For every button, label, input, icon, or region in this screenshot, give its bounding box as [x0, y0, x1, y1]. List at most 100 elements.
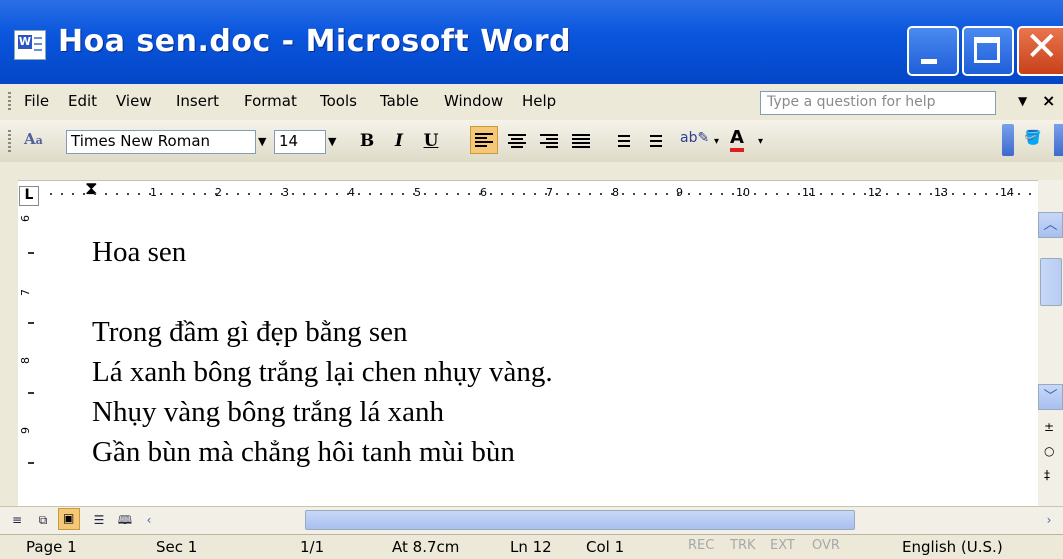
- normal-view-icon[interactable]: ≡: [8, 512, 26, 528]
- next-page-icon[interactable]: ‡: [1044, 468, 1050, 482]
- scroll-left-icon[interactable]: ‹: [140, 512, 158, 528]
- menu-insert[interactable]: Insert: [176, 92, 219, 110]
- status-rec[interactable]: REC: [688, 538, 714, 553]
- align-left-icon: [475, 131, 493, 149]
- font-color-button[interactable]: A: [730, 128, 744, 152]
- indent-marker-icon[interactable]: ⧗: [85, 178, 98, 199]
- doc-line[interactable]: Nhụy vàng bông trắng lá xanh: [92, 396, 444, 429]
- highlight-dropdown-icon[interactable]: ▾: [714, 136, 719, 147]
- styles-icon[interactable]: Aa: [24, 130, 43, 148]
- ruler-tick: [1029, 193, 1031, 195]
- toolbar-overflow-icon[interactable]: [1054, 124, 1063, 156]
- align-left-button[interactable]: [470, 126, 498, 154]
- ruler-tick: [963, 193, 965, 195]
- align-right-icon[interactable]: [540, 132, 558, 150]
- ruler-tick: [644, 193, 646, 195]
- underline-button[interactable]: U: [420, 128, 442, 154]
- browse-object-icon[interactable]: ○: [1044, 444, 1054, 458]
- font-name-select[interactable]: Times New Roman: [66, 130, 256, 154]
- previous-page-icon[interactable]: ±: [1044, 420, 1054, 434]
- ruler-tick: [314, 193, 316, 195]
- ruler-number: 3: [282, 186, 289, 199]
- ruler-tick: [930, 193, 932, 195]
- font-size-select[interactable]: 14: [274, 130, 326, 154]
- center-align-icon[interactable]: [508, 132, 526, 150]
- window-title: Hoa sen.doc - Microsoft Word: [58, 24, 572, 59]
- menu-grip-handle[interactable]: [8, 92, 11, 112]
- ruler-tick: [413, 193, 415, 195]
- ruler-tick: [721, 193, 723, 195]
- scroll-right-icon[interactable]: ›: [1040, 512, 1058, 528]
- menu-file[interactable]: File: [24, 92, 49, 110]
- ruler-tick: [468, 193, 470, 195]
- doc-line[interactable]: Lá xanh bông trắng lại chen nhụy vàng.: [92, 356, 553, 389]
- vruler-number: 8: [19, 357, 32, 364]
- menu-help[interactable]: Help: [522, 92, 556, 110]
- numbering-icon[interactable]: [612, 132, 630, 150]
- status-ext[interactable]: EXT: [770, 538, 795, 553]
- menu-view[interactable]: View: [116, 92, 152, 110]
- word-document-icon[interactable]: W: [14, 30, 46, 60]
- help-dropdown-arrow-icon[interactable]: ▼: [1018, 94, 1027, 108]
- vertical-scroll-thumb[interactable]: [1040, 258, 1062, 306]
- help-search-input[interactable]: Type a question for help: [760, 91, 996, 115]
- ruler-number: 7: [546, 186, 553, 199]
- maximize-button[interactable]: [962, 26, 1014, 76]
- ruler-tick: [523, 193, 525, 195]
- highlight-icon[interactable]: ab✎: [680, 130, 709, 146]
- bullets-icon[interactable]: [644, 132, 662, 150]
- menu-window[interactable]: Window: [444, 92, 503, 110]
- ruler-tick: [655, 193, 657, 195]
- font-dropdown-arrow-icon[interactable]: ▼: [258, 135, 266, 148]
- ruler-tick: [919, 193, 921, 195]
- outline-view-icon[interactable]: ☰: [90, 512, 108, 528]
- ruler-tick: [688, 193, 690, 195]
- toolbar-options-icon[interactable]: [1002, 124, 1014, 156]
- reading-layout-icon[interactable]: 🕮: [116, 512, 134, 528]
- scroll-up-button[interactable]: ︿: [1038, 212, 1063, 238]
- ruler-tick: [435, 193, 437, 195]
- italic-button[interactable]: I: [388, 128, 410, 154]
- ruler-tick: [787, 193, 789, 195]
- ruler-tick: [809, 193, 811, 195]
- print-layout-view-button[interactable]: ▣: [58, 508, 80, 530]
- ruler-tick: [677, 193, 679, 195]
- size-dropdown-arrow-icon[interactable]: ▼: [328, 135, 336, 148]
- ruler-tick: [732, 193, 734, 195]
- minimize-button[interactable]: [907, 26, 959, 76]
- horizontal-ruler[interactable]: [18, 180, 1038, 210]
- doc-line[interactable]: Trong đầm gì đẹp bằng sen: [92, 316, 408, 349]
- ruler-tick: [479, 193, 481, 195]
- ruler-tick: [666, 193, 668, 195]
- web-layout-view-icon[interactable]: ⧉: [34, 512, 52, 528]
- menu-tools[interactable]: Tools: [320, 92, 357, 110]
- status-ovr[interactable]: OVR: [812, 538, 840, 553]
- vruler-tick: [28, 462, 34, 464]
- ruler-tick: [578, 193, 580, 195]
- menu-edit[interactable]: Edit: [68, 92, 97, 110]
- ruler-tick: [94, 193, 96, 195]
- ruler-tick: [952, 193, 954, 195]
- close-button[interactable]: ✕: [1017, 24, 1063, 76]
- ruler-tick: [886, 193, 888, 195]
- font-color-dropdown-icon[interactable]: ▾: [758, 136, 763, 147]
- bold-button[interactable]: B: [356, 128, 378, 154]
- ruler-tick: [226, 193, 228, 195]
- horizontal-scroll-thumb[interactable]: [305, 510, 855, 530]
- justify-icon[interactable]: [572, 132, 590, 150]
- status-trk[interactable]: TRK: [730, 538, 756, 553]
- ruler-tick: [974, 193, 976, 195]
- paint-bucket-icon[interactable]: 🪣: [1024, 130, 1041, 146]
- status-position: At 8.7cm: [392, 538, 460, 556]
- doc-line[interactable]: Gần bùn mà chẳng hôi tanh mùi bùn: [92, 436, 515, 469]
- menu-format[interactable]: Format: [244, 92, 297, 110]
- toolbar-grip-handle[interactable]: [8, 130, 11, 152]
- doc-title-line[interactable]: Hoa sen: [92, 236, 186, 269]
- scroll-down-button[interactable]: ﹀: [1038, 384, 1063, 410]
- close-document-icon[interactable]: ×: [1042, 91, 1055, 110]
- status-language[interactable]: English (U.S.): [902, 538, 1003, 556]
- vruler-tick: [28, 322, 34, 324]
- ruler-tick: [237, 193, 239, 195]
- menu-table[interactable]: Table: [380, 92, 419, 110]
- tab-selector-button[interactable]: L: [19, 186, 39, 206]
